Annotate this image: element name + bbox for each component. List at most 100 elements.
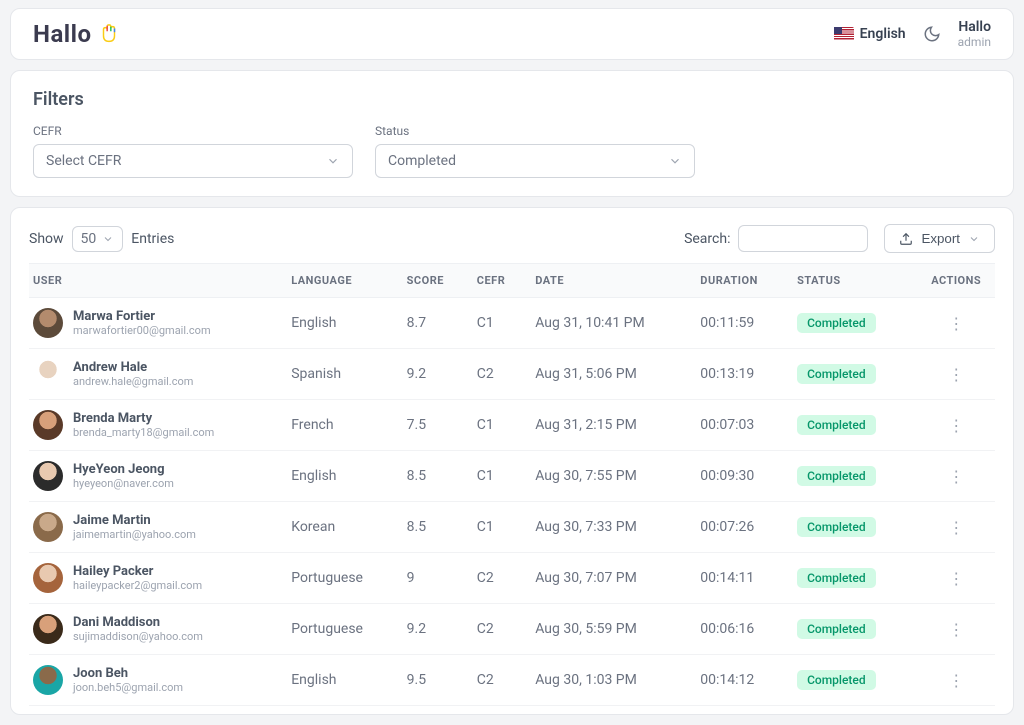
status-badge: Completed — [797, 619, 876, 639]
col-language[interactable]: LANGUAGE — [283, 264, 398, 298]
row-score: 9.2 — [399, 349, 469, 400]
flag-us-icon — [834, 27, 854, 41]
cefr-select[interactable]: Select CEFR — [33, 144, 353, 178]
row-user-email: joon.beh5@gmail.com — [73, 681, 183, 694]
user-cell: Dani Maddison sujimaddison@yahoo.com — [33, 614, 275, 644]
row-actions-menu[interactable]: ⋮ — [942, 465, 970, 488]
row-duration: 00:07:26 — [692, 502, 789, 553]
table-row[interactable]: Joon Beh joon.beh5@gmail.com English 9.5… — [29, 655, 995, 706]
col-status[interactable]: STATUS — [789, 264, 913, 298]
status-select[interactable]: Completed — [375, 144, 695, 178]
row-language: Korean — [283, 502, 398, 553]
row-user-email: marwafortier00@gmail.com — [73, 324, 211, 337]
col-duration[interactable]: DURATION — [692, 264, 789, 298]
user-cell: Hailey Packer haileypacker2@gmail.com — [33, 563, 275, 593]
row-user-name: Andrew Hale — [73, 360, 193, 375]
header-user-name: Hallo — [958, 19, 991, 35]
avatar — [33, 410, 63, 440]
row-actions-menu[interactable]: ⋮ — [942, 414, 970, 437]
avatar — [33, 665, 63, 695]
row-score: 9 — [399, 553, 469, 604]
status-badge: Completed — [797, 466, 876, 486]
header-user-role: admin — [958, 35, 991, 49]
table-row[interactable]: Jaime Martin jaimemartin@yahoo.com Korea… — [29, 502, 995, 553]
row-language: English — [283, 298, 398, 349]
row-cefr: C1 — [469, 502, 527, 553]
row-date: Aug 30, 7:33 PM — [527, 502, 692, 553]
row-cefr: C1 — [469, 451, 527, 502]
user-cell: Brenda Marty brenda_marty18@gmail.com — [33, 410, 275, 440]
show-entries: Show 50 Entries — [29, 226, 174, 252]
row-user-name: HyeYeon Jeong — [73, 462, 174, 477]
results-card: Show 50 Entries Search: Export USER LANG… — [10, 207, 1014, 715]
row-duration: 00:07:03 — [692, 400, 789, 451]
search-input[interactable] — [738, 225, 868, 252]
table-row[interactable]: Hailey Packer haileypacker2@gmail.com Po… — [29, 553, 995, 604]
row-duration: 00:11:59 — [692, 298, 789, 349]
status-select-value: Completed — [388, 153, 456, 169]
row-date: Aug 30, 7:55 PM — [527, 451, 692, 502]
table-row[interactable]: Marwa Fortier marwafortier00@gmail.com E… — [29, 298, 995, 349]
table-row[interactable]: HyeYeon Jeong hyeyeon@naver.com English … — [29, 451, 995, 502]
export-button[interactable]: Export — [884, 224, 995, 253]
user-cell: Andrew Hale andrew.hale@gmail.com — [33, 359, 275, 389]
col-date[interactable]: DATE — [527, 264, 692, 298]
avatar — [33, 563, 63, 593]
row-actions-menu[interactable]: ⋮ — [942, 669, 970, 692]
row-user-name: Jaime Martin — [73, 513, 196, 528]
row-duration: 00:14:12 — [692, 655, 789, 706]
row-user-email: hyeyeon@naver.com — [73, 477, 174, 490]
row-score: 9.5 — [399, 655, 469, 706]
col-user[interactable]: USER — [29, 264, 283, 298]
row-user-email: haileypacker2@gmail.com — [73, 579, 202, 592]
table-row[interactable]: Brenda Marty brenda_marty18@gmail.com Fr… — [29, 400, 995, 451]
row-score: 9.2 — [399, 604, 469, 655]
chevron-down-icon — [668, 154, 682, 168]
row-date: Aug 30, 7:07 PM — [527, 553, 692, 604]
row-actions-menu[interactable]: ⋮ — [942, 618, 970, 641]
theme-toggle[interactable] — [922, 24, 942, 44]
avatar — [33, 308, 63, 338]
row-duration: 00:13:19 — [692, 349, 789, 400]
entries-label: Entries — [131, 231, 174, 247]
row-date: Aug 30, 1:03 PM — [527, 655, 692, 706]
row-cefr: C2 — [469, 655, 527, 706]
row-score: 8.7 — [399, 298, 469, 349]
search-wrap: Search: — [684, 225, 868, 252]
status-filter-label: Status — [375, 124, 695, 138]
row-language: Portuguese — [283, 553, 398, 604]
col-score[interactable]: SCORE — [399, 264, 469, 298]
row-actions-menu[interactable]: ⋮ — [942, 363, 970, 386]
row-user-name: Joon Beh — [73, 666, 183, 681]
logo[interactable]: Hallo — [33, 20, 120, 48]
row-cefr: C1 — [469, 400, 527, 451]
status-badge: Completed — [797, 568, 876, 588]
table-row[interactable]: Dani Maddison sujimaddison@yahoo.com Por… — [29, 604, 995, 655]
row-language: Portuguese — [283, 604, 398, 655]
language-switcher[interactable]: English — [834, 26, 906, 42]
logo-text: Hallo — [33, 20, 92, 48]
row-date: Aug 31, 5:06 PM — [527, 349, 692, 400]
table-row[interactable]: Andrew Hale andrew.hale@gmail.com Spanis… — [29, 349, 995, 400]
row-language: French — [283, 400, 398, 451]
row-language: English — [283, 451, 398, 502]
col-cefr[interactable]: CEFR — [469, 264, 527, 298]
status-badge: Completed — [797, 415, 876, 435]
status-badge: Completed — [797, 517, 876, 537]
user-menu[interactable]: Hallo admin — [958, 19, 991, 49]
avatar — [33, 461, 63, 491]
row-cefr: C1 — [469, 298, 527, 349]
results-table: USER LANGUAGE SCORE CEFR DATE DURATION S… — [29, 263, 995, 706]
row-actions-menu[interactable]: ⋮ — [942, 312, 970, 335]
user-cell: HyeYeon Jeong hyeyeon@naver.com — [33, 461, 275, 491]
row-user-email: sujimaddison@yahoo.com — [73, 630, 203, 643]
row-actions-menu[interactable]: ⋮ — [942, 516, 970, 539]
row-actions-menu[interactable]: ⋮ — [942, 567, 970, 590]
row-user-email: brenda_marty18@gmail.com — [73, 426, 214, 439]
entries-select[interactable]: 50 — [72, 226, 124, 252]
avatar — [33, 359, 63, 389]
user-cell: Jaime Martin jaimemartin@yahoo.com — [33, 512, 275, 542]
col-actions: ACTIONS — [913, 264, 995, 298]
row-duration: 00:09:30 — [692, 451, 789, 502]
row-score: 8.5 — [399, 502, 469, 553]
